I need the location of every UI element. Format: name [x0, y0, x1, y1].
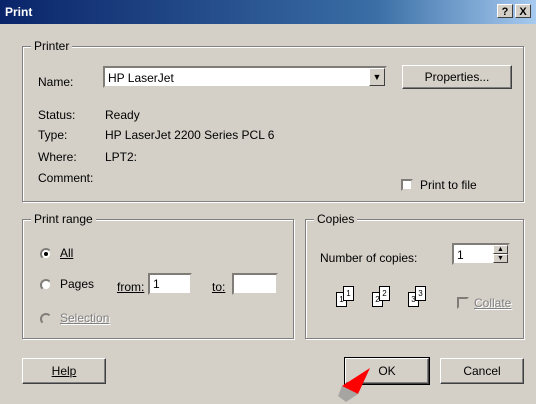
type-label: Type:	[38, 128, 68, 142]
print-range-group-label: Print range	[31, 212, 96, 226]
page-icon: 1	[343, 286, 354, 301]
help-button[interactable]: Help	[22, 358, 106, 384]
from-label: from:	[117, 280, 145, 294]
copies-value: 1	[457, 248, 464, 262]
type-value: HP LaserJet 2200 Series PCL 6	[105, 128, 275, 142]
printer-select-value: HP LaserJet	[108, 71, 174, 85]
copies-spinner[interactable]: 1 ▲ ▼	[452, 243, 510, 265]
spin-down-icon[interactable]: ▼	[493, 254, 508, 263]
to-input[interactable]	[232, 273, 278, 295]
print-to-file-label: Print to file	[420, 178, 477, 192]
print-to-file-checkbox[interactable]	[401, 179, 413, 191]
help-icon[interactable]: ?	[497, 4, 513, 18]
collate-label: Collate	[474, 296, 512, 310]
pages-label: Pages	[60, 277, 95, 291]
copies-group-label: Copies	[314, 212, 358, 226]
title-bar: Print ? X	[0, 0, 536, 24]
collate-checkbox[interactable]	[457, 297, 469, 309]
cancel-button[interactable]: Cancel	[440, 358, 524, 384]
where-value: LPT2:	[105, 150, 138, 164]
all-radio[interactable]	[40, 248, 52, 260]
status-label: Status:	[38, 108, 76, 122]
pointer-arrow-icon	[338, 368, 370, 402]
status-value: Ready	[105, 108, 140, 122]
comment-label: Comment:	[38, 171, 94, 185]
window-title: Print	[5, 5, 33, 19]
close-icon[interactable]: X	[515, 4, 531, 18]
pages-radio[interactable]	[40, 279, 52, 291]
page-icon: 2	[379, 286, 390, 301]
printer-group-label: Printer	[31, 39, 73, 53]
name-label: Name:	[38, 75, 74, 89]
selection-radio[interactable]	[40, 313, 52, 325]
properties-button[interactable]: Properties...	[402, 65, 512, 89]
where-label: Where:	[38, 150, 77, 164]
spin-up-icon[interactable]: ▲	[493, 245, 508, 254]
from-input[interactable]: 1	[148, 273, 192, 295]
to-label: to:	[212, 280, 226, 294]
help-button-label: Help	[51, 364, 77, 378]
number-of-copies-label: Number of copies:	[320, 251, 418, 265]
printer-select[interactable]: HP LaserJet ▼	[103, 66, 387, 88]
chevron-down-icon[interactable]: ▼	[369, 68, 385, 86]
page-icon: 3	[415, 286, 426, 301]
all-label: All	[60, 246, 74, 260]
copies-group: Copies	[305, 212, 524, 339]
selection-label: Selection	[60, 311, 110, 325]
